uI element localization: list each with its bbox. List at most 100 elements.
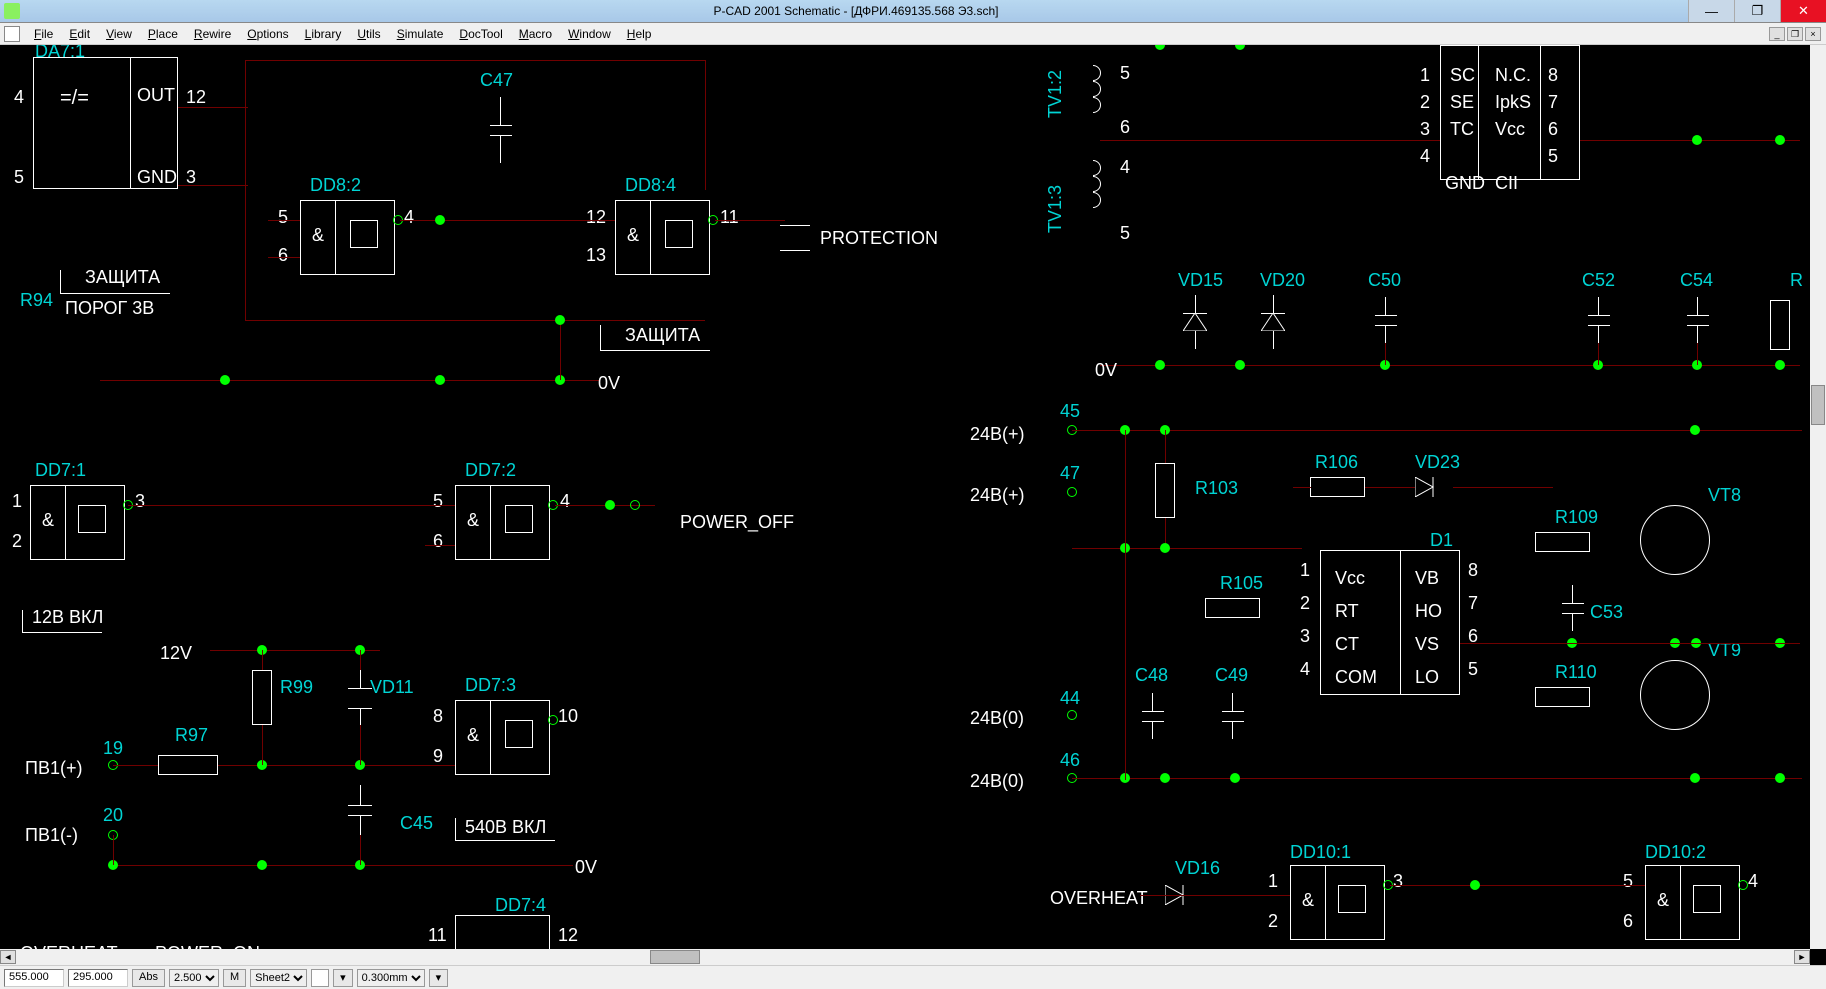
label-TC: TC <box>1450 119 1474 140</box>
pin-46: 46 <box>1060 750 1080 771</box>
status-color-swatch[interactable] <box>311 969 329 987</box>
ref-R106: R106 <box>1315 452 1358 473</box>
app-icon <box>4 3 20 19</box>
menu-options[interactable]: Options <box>239 25 296 43</box>
label-12v-vkl: 12В ВКЛ <box>32 607 103 628</box>
document-icon <box>4 26 20 42</box>
pin-8d: 8 <box>433 706 443 727</box>
label-0v-3: 0V <box>1095 360 1117 381</box>
label-OUT: OUT <box>137 85 175 106</box>
mdi-close-button[interactable]: × <box>1805 27 1821 41</box>
menu-doctool[interactable]: DocTool <box>451 25 510 43</box>
label-CII: CII <box>1495 173 1518 194</box>
label-d-vcc: Vcc <box>1335 568 1365 589</box>
gate-and4: & <box>467 510 479 531</box>
schematic-canvas[interactable]: DA7:1 =/= OUT GND 4 5 12 3 R94 ЗАЩИТА ПО… <box>0 45 1810 949</box>
label-d-ct: CT <box>1335 634 1359 655</box>
pin-5c: 5 <box>433 491 443 512</box>
label-IpkS: IpkS <box>1495 92 1531 113</box>
status-dropdown[interactable]: ▾ <box>333 969 353 987</box>
menu-window[interactable]: Window <box>560 25 619 43</box>
horizontal-scrollbar[interactable]: ◄ ► <box>0 949 1810 965</box>
pin-ic7: 7 <box>1548 92 1558 113</box>
ref-C48: C48 <box>1135 665 1168 686</box>
pin-f6: 6 <box>1623 911 1633 932</box>
pin-4c: 4 <box>560 491 570 512</box>
status-y[interactable]: 295.000 <box>68 969 128 987</box>
pin-d8: 8 <box>1468 560 1478 581</box>
mdi-maximize-button[interactable]: ❐ <box>1787 27 1803 41</box>
pin-1c: 1 <box>12 491 22 512</box>
status-x[interactable]: 555.000 <box>4 969 64 987</box>
pin-d1: 1 <box>1300 560 1310 581</box>
pin-20: 20 <box>103 805 123 826</box>
component-R105 <box>1205 598 1260 618</box>
maximize-button[interactable]: ❐ <box>1734 0 1780 22</box>
menubar: File Edit View Place Rewire Options Libr… <box>0 23 1826 45</box>
label-protection: PROTECTION <box>820 228 938 249</box>
component-R110 <box>1535 687 1590 707</box>
ref-DD8-4: DD8:4 <box>625 175 676 196</box>
minimize-button[interactable]: — <box>1688 0 1734 22</box>
label-overheat: OVERHEAT <box>1050 888 1148 909</box>
status-mode-button[interactable]: Abs <box>132 969 165 987</box>
ref-R103: R103 <box>1195 478 1238 499</box>
pin-13b: 13 <box>586 245 606 266</box>
status-grid-select[interactable]: 2.500 <box>169 969 219 987</box>
label-d-com: COM <box>1335 667 1377 688</box>
menu-simulate[interactable]: Simulate <box>389 25 452 43</box>
ref-C54: C54 <box>1680 270 1713 291</box>
hscroll-left-arrow[interactable]: ◄ <box>0 950 16 964</box>
menu-utils[interactable]: Utils <box>349 25 388 43</box>
hscroll-thumb[interactable] <box>650 950 700 964</box>
vscroll-thumb[interactable] <box>1811 385 1825 425</box>
menu-help[interactable]: Help <box>619 25 660 43</box>
menu-library[interactable]: Library <box>297 25 350 43</box>
ref-DD10-1: DD10:1 <box>1290 842 1351 863</box>
sym-neq: =/= <box>60 87 89 110</box>
menu-edit[interactable]: Edit <box>61 25 98 43</box>
status-sheet-select[interactable]: Sheet2 <box>250 969 307 987</box>
status-linewidth-select[interactable]: 0.300mm <box>357 969 425 987</box>
ref-R99: R99 <box>280 677 313 698</box>
pin-12b: 12 <box>586 207 606 228</box>
menu-view[interactable]: View <box>98 25 140 43</box>
pin-5: 5 <box>14 167 24 188</box>
ref-DD7-3: DD7:3 <box>465 675 516 696</box>
menu-macro[interactable]: Macro <box>511 25 560 43</box>
status-dropdown2[interactable]: ▾ <box>429 969 449 987</box>
pin-d7: 7 <box>1468 593 1478 614</box>
pin-f4: 4 <box>1748 871 1758 892</box>
ref-R110: R110 <box>1555 662 1597 683</box>
ref-DD8-2: DD8:2 <box>310 175 361 196</box>
ref-VD11: VD11 <box>370 677 414 698</box>
label-pv1-plus: ПВ1(+) <box>25 758 82 779</box>
ref-DD7-1: DD7:1 <box>35 460 86 481</box>
pin-e3: 3 <box>1393 871 1403 892</box>
menu-place[interactable]: Place <box>140 25 186 43</box>
hscroll-right-arrow[interactable]: ► <box>1794 950 1810 964</box>
menu-file[interactable]: File <box>26 25 61 43</box>
menu-rewire[interactable]: Rewire <box>186 25 239 43</box>
ref-Rright: R <box>1790 270 1803 291</box>
ref-DD10-2: DD10:2 <box>1645 842 1706 863</box>
pin-d3: 3 <box>1300 626 1310 647</box>
status-m-button[interactable]: M <box>223 969 246 987</box>
gate-and: & <box>312 225 324 246</box>
ref-R94: R94 <box>20 290 53 311</box>
ref-C49: C49 <box>1215 665 1248 686</box>
component-R97 <box>158 755 218 775</box>
pin-47: 47 <box>1060 463 1080 484</box>
titlebar: P-CAD 2001 Schematic - [ДФРИ.469135.568 … <box>0 0 1826 23</box>
label-GND: GND <box>137 167 177 188</box>
pin-44: 44 <box>1060 688 1080 709</box>
label-d-vb: VB <box>1415 568 1439 589</box>
statusbar: 555.000 295.000 Abs 2.500 M Sheet2 ▾ 0.3… <box>0 965 1826 989</box>
vertical-scrollbar[interactable] <box>1810 45 1826 949</box>
pin-ic6: 6 <box>1548 119 1558 140</box>
mdi-minimize-button[interactable]: _ <box>1769 27 1785 41</box>
component-R99 <box>252 670 272 725</box>
pin-11d: 11 <box>428 925 447 946</box>
close-button[interactable]: ✕ <box>1780 0 1826 22</box>
ref-DA7-1: DA7:1 <box>35 45 85 62</box>
